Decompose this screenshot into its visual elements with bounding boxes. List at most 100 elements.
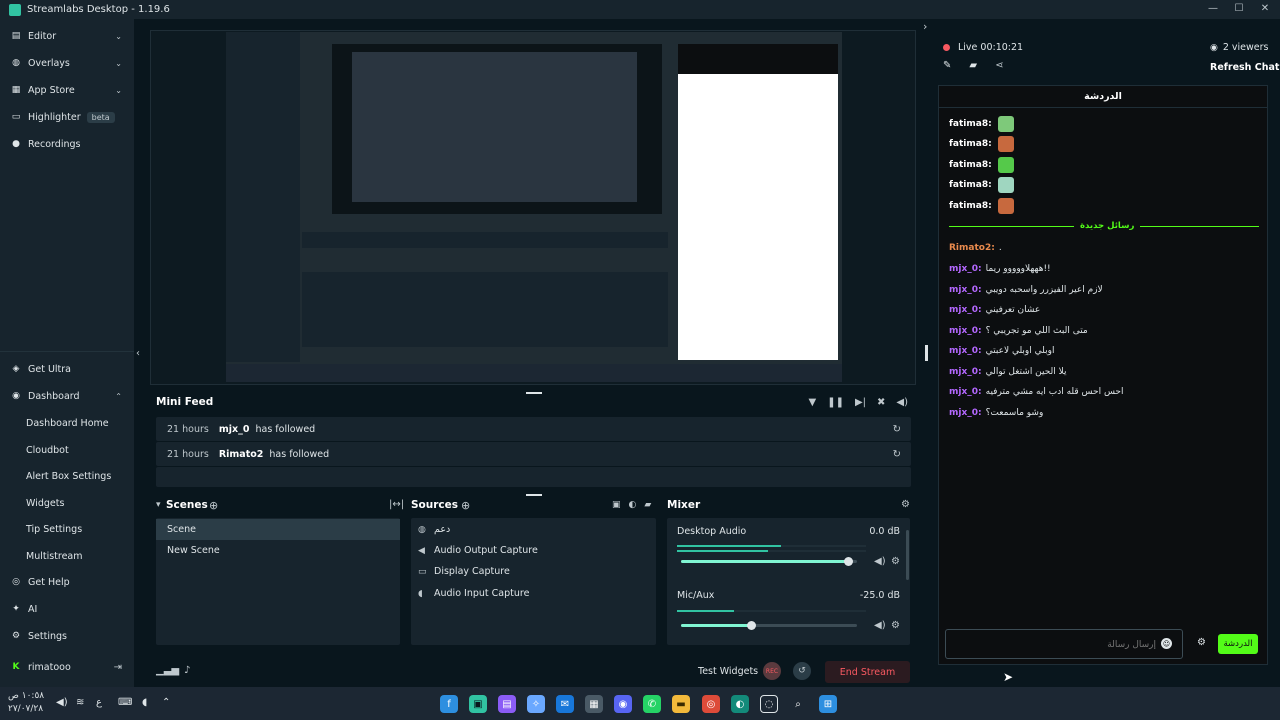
file-explorer-icon[interactable]: ▬ — [672, 695, 690, 713]
mute-alerts-icon[interactable]: ✖ — [877, 397, 885, 408]
stream-preview[interactable] — [226, 32, 842, 382]
sidebar-item-multistream[interactable]: Multistream — [0, 544, 134, 568]
sidebar-item-editor[interactable]: ▤ Editor ⌄ — [0, 24, 134, 48]
copilot-icon[interactable]: ✧ — [527, 695, 545, 713]
sidebar-item-overlays[interactable]: ◍ Overlays ⌄ — [0, 51, 134, 75]
refresh-chat-button[interactable]: Refresh Chat — [1210, 62, 1279, 73]
chat-tab-title[interactable]: الدردشة — [939, 86, 1267, 108]
notifications-icon[interactable]: ♪ — [184, 665, 190, 676]
chrome-icon[interactable]: ◎ — [702, 695, 720, 713]
chat-settings-icon[interactable]: ⚙ — [1197, 637, 1206, 648]
add-source-icon[interactable]: ⊕ — [461, 499, 470, 512]
sidebar-item-alert-box-settings[interactable]: Alert Box Settings — [0, 464, 134, 488]
tray-chevron-icon[interactable]: ⌃ — [162, 697, 170, 708]
mail-icon[interactable]: ✉ — [556, 695, 574, 713]
mixer-scrollbar[interactable] — [906, 530, 909, 580]
resize-handle[interactable] — [925, 345, 928, 361]
stream-app-icon[interactable]: ▤ — [498, 695, 516, 713]
keyboard-icon[interactable]: ⌨ — [118, 697, 132, 708]
sidebar-item-ai[interactable]: ✦ AI — [0, 597, 134, 621]
sidebar-item-label: Overlays — [28, 57, 70, 69]
windows-start-icon[interactable]: ⊞ — [819, 695, 837, 713]
volume-icon[interactable]: ◀) — [56, 697, 68, 708]
share-icon[interactable]: ⋖ — [995, 60, 1003, 71]
pause-icon[interactable]: ❚❚ — [827, 397, 844, 408]
source-item[interactable]: ▭ Display Capture — [418, 561, 510, 582]
sidebar-item-widgets[interactable]: Widgets — [0, 491, 134, 515]
source-item[interactable]: ◀ Audio Output Capture — [418, 540, 538, 561]
volume-icon[interactable]: ◀) — [896, 397, 908, 408]
end-stream-button[interactable]: End Stream — [825, 661, 910, 683]
drag-handle[interactable] — [526, 494, 542, 496]
input-language[interactable]: ع — [96, 697, 102, 708]
sidebar-item-highlighter[interactable]: ▭ Highlighter beta — [0, 105, 134, 129]
obs-icon[interactable]: ◌ — [760, 695, 778, 713]
sidebar-item-get-help[interactable]: ◎ Get Help — [0, 570, 134, 594]
skip-icon[interactable]: ▶| — [855, 397, 866, 408]
edge-icon[interactable]: ◐ — [731, 695, 749, 713]
collapse-right-icon[interactable]: › — [923, 20, 927, 33]
add-scene-icon[interactable]: ⊕ — [209, 499, 218, 512]
whatsapp-icon[interactable]: ✆ — [643, 695, 661, 713]
mixer-settings-icon[interactable]: ⚙ — [901, 499, 910, 510]
volume-slider-knob[interactable] — [747, 621, 757, 630]
test-widgets-label[interactable]: Test Widgets — [698, 666, 758, 677]
volume-meter — [677, 610, 866, 612]
scene-item[interactable]: New Scene — [156, 540, 400, 561]
mute-icon[interactable]: ◀) — [874, 556, 886, 567]
chat-message: fatima8: — [949, 136, 1014, 152]
source-item[interactable]: ◖ Audio Input Capture — [418, 583, 529, 604]
sidebar-item-get-ultra[interactable]: ◈ Get Ultra — [0, 357, 134, 381]
editor-footer: ▁▃▅ ♪ Test Widgets REC ↺ End Stream — [150, 658, 916, 686]
mixer-panel: Desktop Audio 0.0 dB ◀) ⚙ Mic/Aux -25.0 … — [667, 518, 910, 645]
channel-settings-icon[interactable]: ⚙ — [891, 620, 900, 631]
collapse-left-icon[interactable]: ‹ — [136, 348, 140, 359]
sidebar-item-app-store[interactable]: ▦ App Store ⌄ — [0, 78, 134, 102]
discord-icon[interactable]: ◉ — [614, 695, 632, 713]
source-select-icon[interactable]: ▣ — [612, 500, 621, 510]
scene-transitions-icon[interactable]: |↔| — [389, 499, 404, 510]
sidebar-item-settings[interactable]: ⚙ Settings — [0, 624, 134, 648]
sidebar-item-label: Tip Settings — [26, 523, 83, 535]
folder-icon[interactable]: ▰ — [969, 60, 977, 71]
logout-icon[interactable]: ⇥ — [114, 662, 122, 673]
collapse-icon[interactable]: ▾ — [156, 500, 161, 510]
facebook-icon[interactable]: f — [440, 695, 458, 713]
performance-icon[interactable]: ▁▃▅ — [156, 665, 179, 676]
sidebar-item-account[interactable]: K rimatooo ⇥ — [0, 655, 134, 679]
maximize-icon[interactable]: ☐ — [1230, 3, 1248, 14]
live-dot-icon — [943, 44, 950, 51]
folder-icon[interactable]: ▰ — [644, 500, 651, 510]
sidebar-item-dashboard[interactable]: ◉ Dashboard ⌃ — [0, 384, 134, 408]
search-icon[interactable]: ⌕ — [789, 695, 807, 713]
volume-slider[interactable] — [681, 557, 857, 566]
minimize-icon[interactable]: — — [1204, 3, 1222, 14]
record-icon[interactable]: REC — [763, 662, 781, 680]
edit-stream-info-icon[interactable]: ✎ — [943, 60, 951, 71]
sidebar-item-dashboard-home[interactable]: Dashboard Home — [0, 411, 134, 435]
streamlabs-icon[interactable]: ▣ — [469, 695, 487, 713]
wifi-icon[interactable]: ≋ — [76, 697, 84, 708]
source-group-icon[interactable]: ◐ — [629, 500, 637, 510]
chat-send-button[interactable]: الدردشة — [1218, 634, 1258, 654]
volume-slider-knob[interactable] — [844, 557, 854, 566]
chat-input[interactable] — [976, 637, 1156, 653]
sidebar-item-tip-settings[interactable]: Tip Settings — [0, 517, 134, 541]
store-icon[interactable]: ▦ — [585, 695, 603, 713]
channel-settings-icon[interactable]: ⚙ — [891, 556, 900, 567]
scene-item[interactable]: Scene — [156, 519, 400, 540]
emoji-icon[interactable]: ☺ — [1161, 638, 1172, 649]
mute-icon[interactable]: ◀) — [874, 620, 886, 631]
feed-action: has followed — [255, 423, 316, 435]
filter-icon[interactable]: ▼ — [808, 397, 816, 408]
chat-input-box[interactable]: ☺ — [945, 629, 1183, 659]
sidebar-item-cloudbot[interactable]: Cloudbot — [0, 438, 134, 462]
source-item[interactable]: ◍ دعم — [418, 519, 450, 540]
volume-slider[interactable] — [681, 621, 857, 630]
sidebar-item-recordings[interactable]: ● Recordings — [0, 132, 134, 156]
replay-buffer-icon[interactable]: ↺ — [793, 662, 811, 680]
microphone-icon[interactable]: ◖ — [142, 697, 147, 708]
close-icon[interactable]: ✕ — [1256, 3, 1274, 14]
repeat-alert-icon[interactable]: ↻ — [893, 424, 901, 435]
repeat-alert-icon[interactable]: ↻ — [893, 449, 901, 460]
